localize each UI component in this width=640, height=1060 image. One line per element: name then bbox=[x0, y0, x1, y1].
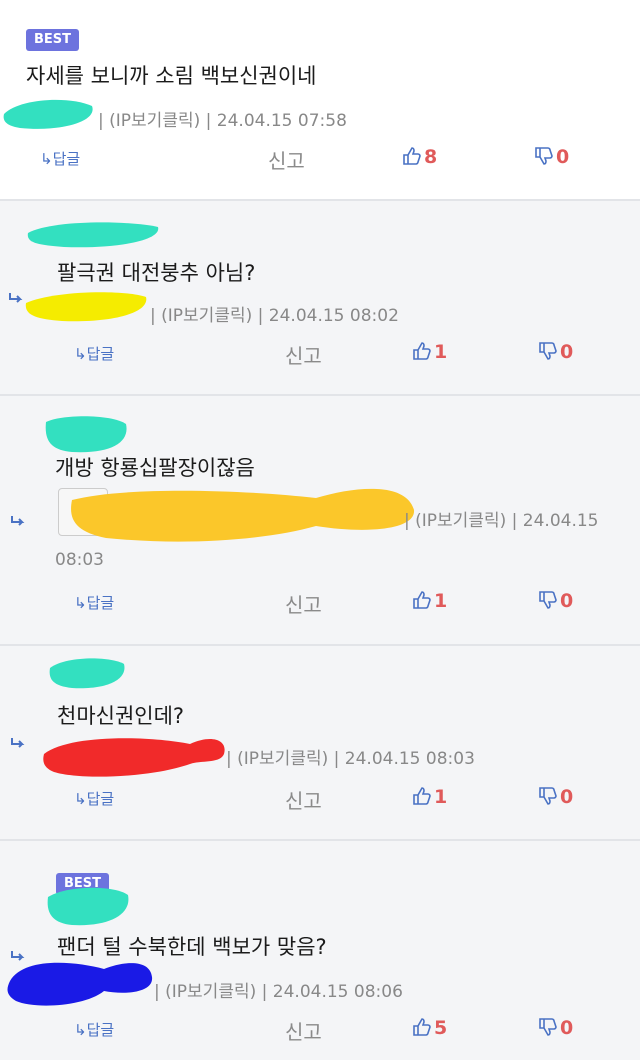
downvote-button[interactable]: 0 bbox=[538, 341, 573, 363]
thumbs-up-icon bbox=[413, 342, 431, 360]
comment-text: 자세를 보니까 소림 백보신권이네 bbox=[26, 64, 317, 88]
downvote-button[interactable]: 0 bbox=[538, 786, 573, 808]
thumbs-down-icon bbox=[539, 591, 557, 609]
redaction-scribble bbox=[25, 292, 147, 322]
reply-button[interactable]: ↳답글 bbox=[74, 1019, 114, 1040]
redaction-scribble bbox=[3, 99, 93, 129]
reply-card: 개방 항룡십팔장이잖음 | (IP보기클릭) | 24.04.15 08:03 … bbox=[0, 396, 640, 644]
comment-meta: | (IP보기클릭) | 24.04.15 08:03 bbox=[226, 749, 475, 769]
report-button[interactable]: 신고 bbox=[285, 340, 322, 369]
report-button[interactable]: 신고 bbox=[285, 589, 322, 618]
thumbs-down-icon bbox=[539, 787, 557, 805]
upvote-button[interactable]: 5 bbox=[412, 1017, 447, 1039]
redaction-scribble bbox=[43, 738, 225, 777]
reply-card: BEST 팬더 털 수북한데 백보가 맞음? | (IP보기클릭) | 24.0… bbox=[0, 841, 640, 1060]
redaction-scribble bbox=[71, 488, 415, 542]
thumbs-down-icon bbox=[535, 147, 553, 165]
comment-text: 팔극권 대전붕추 아님? bbox=[57, 261, 256, 285]
redaction-scribble bbox=[47, 887, 129, 926]
reply-arrow-icon bbox=[11, 738, 25, 748]
thumbs-down-icon bbox=[539, 1018, 557, 1036]
report-button[interactable]: 신고 bbox=[268, 145, 305, 174]
ip-link[interactable]: (IP보기클릭) bbox=[415, 511, 506, 531]
reply-button[interactable]: ↳답글 bbox=[40, 148, 80, 169]
comment-card: BEST 자세를 보니까 소림 백보신권이네 | (IP보기클릭) | 24.0… bbox=[0, 0, 640, 200]
comment-text: 천마신권인데? bbox=[57, 704, 185, 728]
thumbs-down-icon bbox=[539, 342, 557, 360]
ip-link[interactable]: (IP보기클릭) bbox=[161, 306, 252, 326]
comment-text: 개방 항룡십팔장이잖음 bbox=[55, 456, 255, 480]
best-badge: BEST bbox=[26, 29, 80, 51]
comment-time: 08:03 bbox=[55, 550, 104, 570]
reply-button[interactable]: ↳답글 bbox=[74, 592, 114, 613]
thumbs-up-icon bbox=[413, 1018, 431, 1036]
comment-date: 24.04.15 bbox=[522, 511, 599, 531]
upvote-button[interactable]: 1 bbox=[412, 341, 447, 363]
comment-meta: | (IP보기클릭) | 24.04.15 07:58 bbox=[98, 111, 347, 131]
comment-date: 24.04.15 07:58 bbox=[216, 111, 347, 131]
downvote-button[interactable]: 0 bbox=[538, 1017, 573, 1039]
reply-card: 천마신권인데? | (IP보기클릭) | 24.04.15 08:03 ↳답글 … bbox=[0, 646, 640, 839]
reply-button[interactable]: ↳답글 bbox=[74, 788, 114, 809]
comment-meta: | (IP보기클릭) | 24.04.15 08:06 bbox=[154, 982, 403, 1002]
reply-card: 팔극권 대전붕추 아님? | (IP보기클릭) | 24.04.15 08:02… bbox=[0, 201, 640, 394]
redaction-scribble bbox=[49, 658, 125, 689]
redaction-scribble bbox=[27, 222, 159, 248]
comment-date: 24.04.15 08:03 bbox=[344, 749, 475, 769]
report-button[interactable]: 신고 bbox=[285, 1016, 322, 1045]
report-button[interactable]: 신고 bbox=[285, 785, 322, 814]
thumbs-up-icon bbox=[413, 591, 431, 609]
downvote-button[interactable]: 0 bbox=[538, 590, 573, 612]
upvote-button[interactable]: 8 bbox=[402, 146, 437, 168]
comment-date: 24.04.15 08:02 bbox=[268, 306, 399, 326]
ip-link[interactable]: (IP보기클릭) bbox=[109, 111, 200, 131]
reply-button[interactable]: ↳답글 bbox=[74, 343, 114, 364]
thumbs-up-icon bbox=[413, 787, 431, 805]
reply-arrow-icon bbox=[11, 516, 25, 526]
downvote-button[interactable]: 0 bbox=[534, 146, 569, 168]
comment-meta: | (IP보기클릭) | 24.04.15 bbox=[404, 511, 599, 531]
redaction-scribble bbox=[7, 962, 153, 1006]
upvote-button[interactable]: 1 bbox=[412, 590, 447, 612]
comment-date: 24.04.15 08:06 bbox=[272, 982, 403, 1002]
upvote-button[interactable]: 1 bbox=[412, 786, 447, 808]
ip-link[interactable]: (IP보기클릭) bbox=[165, 982, 256, 1002]
comment-meta: | (IP보기클릭) | 24.04.15 08:02 bbox=[150, 306, 399, 326]
thumbs-up-icon bbox=[403, 147, 421, 165]
ip-link[interactable]: (IP보기클릭) bbox=[237, 749, 328, 769]
